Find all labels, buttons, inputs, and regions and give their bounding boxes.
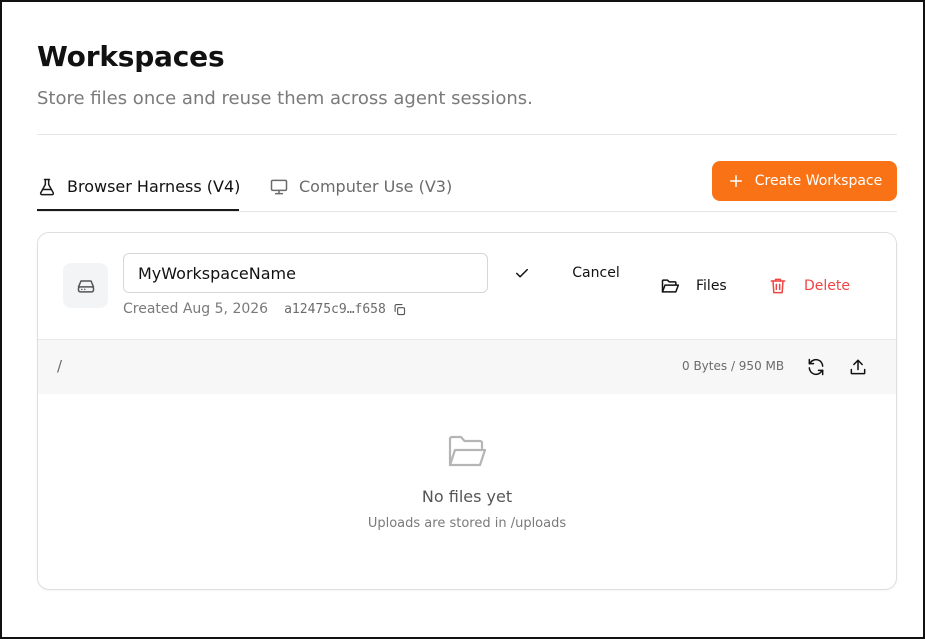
drive-icon-box: [63, 263, 108, 308]
hard-drive-icon: [76, 276, 96, 296]
confirm-rename-button[interactable]: [508, 260, 536, 286]
tab-computer-use[interactable]: Computer Use (V3): [269, 162, 452, 211]
header-divider: [37, 134, 897, 135]
empty-state-subtitle: Uploads are stored in /uploads: [367, 516, 567, 531]
tab-bar: Browser Harness (V4) Computer Use (V3) C…: [37, 161, 897, 212]
workspace-card-header: Created Aug 5, 2026 a12475c9…f658: [38, 233, 896, 339]
delete-label: Delete: [804, 278, 850, 294]
current-path: /: [57, 357, 63, 375]
tab-bar-divider: [37, 211, 897, 212]
files-label: Files: [696, 278, 727, 294]
tab-label: Browser Harness (V4): [67, 177, 241, 196]
trash-icon: [768, 276, 788, 296]
copy-icon[interactable]: [392, 302, 407, 317]
empty-state-title: No files yet: [421, 487, 513, 506]
plus-icon: [727, 172, 745, 190]
workspace-name-input[interactable]: [123, 253, 488, 293]
check-icon: [513, 264, 531, 282]
workspace-id: a12475c9…f658: [284, 301, 386, 317]
refresh-icon[interactable]: [805, 356, 827, 378]
page-subtitle: Store files once and reuse them across a…: [37, 88, 533, 109]
tab-browser-harness[interactable]: Browser Harness (V4): [37, 162, 241, 211]
files-button[interactable]: Files: [660, 273, 727, 299]
workspace-meta: Created Aug 5, 2026 a12475c9…f658: [123, 299, 407, 319]
page-frame: Workspaces Store files once and reuse th…: [0, 0, 925, 639]
create-workspace-label: Create Workspace: [754, 173, 883, 189]
empty-folder-icon: [447, 434, 487, 470]
monitor-icon: [269, 177, 289, 197]
cancel-rename-button[interactable]: Cancel: [561, 261, 631, 285]
upload-icon[interactable]: [847, 356, 869, 378]
delete-button[interactable]: Delete: [768, 273, 850, 299]
folder-open-icon: [660, 276, 680, 296]
storage-usage: 0 Bytes / 950 MB: [682, 359, 785, 373]
page-title: Workspaces: [37, 40, 225, 73]
tab-label: Computer Use (V3): [299, 177, 453, 196]
empty-state: No files yet Uploads are stored in /uplo…: [38, 394, 896, 589]
workspace-card: Created Aug 5, 2026 a12475c9…f658: [37, 232, 897, 590]
created-date: Created Aug 5, 2026: [123, 301, 269, 317]
file-browser-toolbar: / 0 Bytes / 950 MB: [38, 339, 896, 394]
flask-icon: [37, 177, 57, 197]
create-workspace-button[interactable]: Create Workspace: [712, 161, 897, 201]
